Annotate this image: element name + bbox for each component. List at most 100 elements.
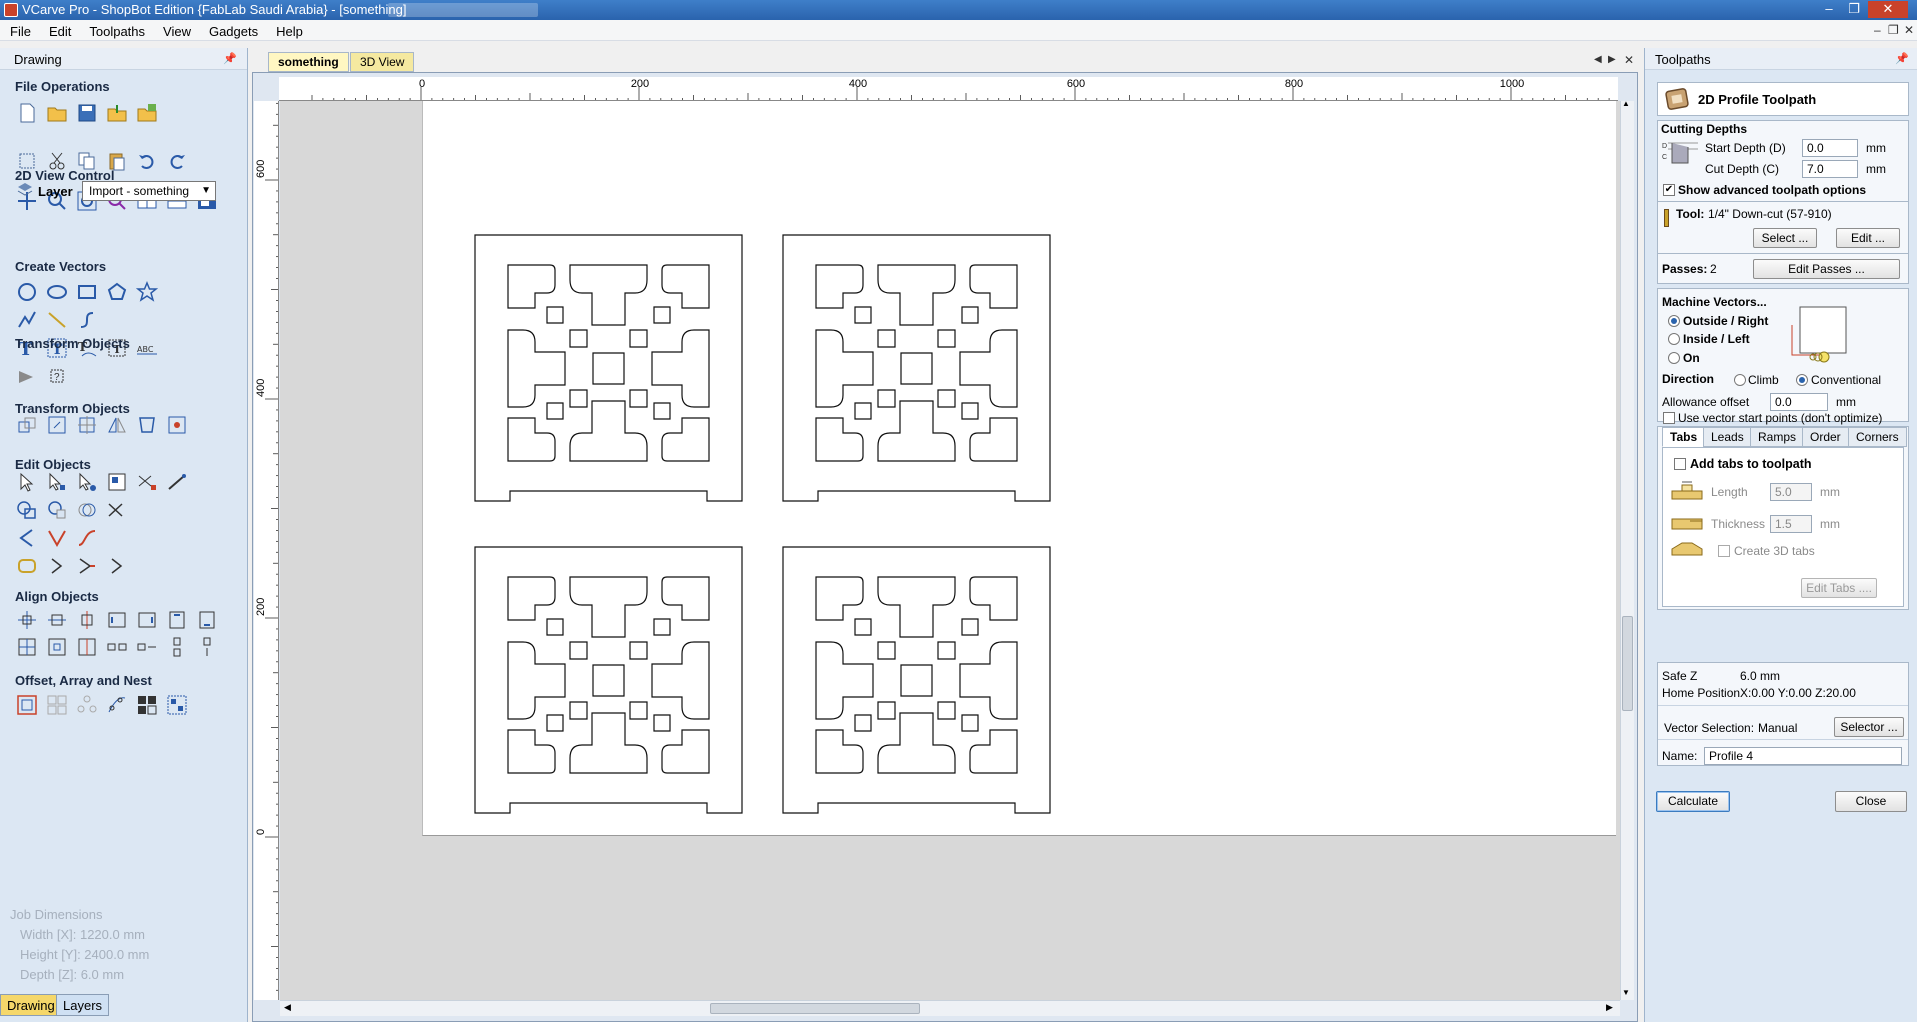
toolpath-name-input[interactable]: Profile 4 [1704, 747, 1902, 765]
center-vertical-material-icon[interactable] [76, 636, 98, 658]
tab-leads[interactable]: Leads [1703, 427, 1752, 447]
extend-vector-icon[interactable] [76, 555, 98, 577]
fillet-icon[interactable] [16, 527, 38, 549]
draw-polyline-icon[interactable] [16, 309, 38, 331]
space-horizontal-2-icon[interactable] [136, 636, 158, 658]
block-copy-icon[interactable] [46, 694, 68, 716]
align-bottom-icon[interactable] [196, 609, 218, 631]
node-edit-icon[interactable] [46, 471, 68, 493]
trim-icon[interactable] [106, 499, 128, 521]
mdi-restore-icon[interactable]: ❐ [1888, 23, 1899, 37]
copy-along-vector-icon[interactable] [106, 694, 128, 716]
trim-vector-icon[interactable] [106, 555, 128, 577]
menu-view[interactable]: View [153, 20, 199, 41]
align-top-icon[interactable] [166, 609, 188, 631]
close-panel-button[interactable]: Close [1835, 791, 1907, 812]
tab-3d-view[interactable]: 3D View [350, 52, 415, 72]
select-icon[interactable] [16, 471, 38, 493]
import-vectors-icon[interactable] [106, 102, 128, 124]
trace-bitmap-icon[interactable] [106, 471, 128, 493]
close-document-icon[interactable]: ✕ [1624, 53, 1634, 67]
climb-radio[interactable] [1734, 374, 1746, 386]
dimension-icon[interactable] [16, 365, 38, 387]
circular-copy-icon[interactable] [76, 694, 98, 716]
scroll-left-icon[interactable]: ◀ [284, 1002, 291, 1013]
center-in-material-icon[interactable] [16, 636, 38, 658]
vertical-scrollbar[interactable]: ▲ ▼ [1620, 99, 1634, 1000]
draw-star-icon[interactable] [135, 281, 159, 303]
scroll-right-icon[interactable]: ▶ [1606, 1002, 1613, 1013]
tab-drawing[interactable]: Drawing [0, 994, 62, 1016]
pin-icon[interactable]: 📌 [223, 52, 237, 65]
weld-icon[interactable] [16, 499, 38, 521]
align-right-icon[interactable] [136, 609, 158, 631]
import-bitmap-icon[interactable] [136, 102, 158, 124]
join-vectors-icon[interactable] [16, 555, 38, 577]
tab-corners[interactable]: Corners [1848, 427, 1907, 447]
vertical-scroll-thumb[interactable] [1622, 616, 1633, 711]
maximize-button[interactable]: ❐ [1843, 1, 1865, 18]
move-icon[interactable] [16, 414, 38, 436]
draw-rectangle-icon[interactable] [76, 281, 98, 303]
nest-advanced-icon[interactable] [166, 694, 188, 716]
nest-parts-icon[interactable] [136, 694, 158, 716]
intersect-icon[interactable] [76, 499, 98, 521]
drawing-canvas[interactable] [280, 101, 1620, 1000]
menu-help[interactable]: Help [266, 20, 311, 41]
lattice-panel[interactable] [474, 234, 743, 502]
select-tool-button[interactable]: Select ... [1753, 228, 1817, 248]
distort-icon[interactable] [136, 414, 158, 436]
horizontal-scroll-thumb[interactable] [710, 1003, 920, 1014]
offset-icon[interactable] [16, 694, 38, 716]
pin-icon[interactable]: 📌 [1895, 52, 1909, 65]
close-vectors-icon[interactable] [46, 555, 68, 577]
chamfer-icon[interactable] [46, 527, 68, 549]
inside-left-radio[interactable] [1668, 333, 1680, 345]
space-horizontal-icon[interactable] [106, 636, 128, 658]
tab-ramps[interactable]: Ramps [1750, 427, 1805, 447]
scissors-node-icon[interactable] [136, 471, 158, 493]
mirror-icon[interactable] [106, 414, 128, 436]
draw-circle-icon[interactable] [16, 281, 38, 303]
menu-gadgets[interactable]: Gadgets [199, 20, 266, 41]
menu-edit[interactable]: Edit [39, 20, 79, 41]
tab-length-input[interactable]: 5.0 [1770, 483, 1812, 501]
draw-ellipse-icon[interactable] [46, 281, 68, 303]
tab-layers[interactable]: Layers [56, 994, 110, 1016]
minimize-button[interactable]: – [1818, 1, 1840, 18]
edit-tool-button[interactable]: Edit ... [1836, 228, 1900, 248]
calculate-button[interactable]: Calculate [1656, 791, 1730, 812]
menu-toolpaths[interactable]: Toolpaths [79, 20, 153, 41]
align-center-icon[interactable] [76, 414, 98, 436]
lattice-panel[interactable] [474, 546, 743, 814]
selector-button[interactable]: Selector ... [1834, 717, 1904, 737]
interactive-select-icon[interactable] [76, 471, 98, 493]
tab-order[interactable]: Order [1802, 427, 1849, 447]
on-radio[interactable] [1668, 352, 1680, 364]
tab-something[interactable]: something [268, 52, 349, 72]
new-file-icon[interactable] [16, 102, 38, 124]
menu-file[interactable]: File [0, 20, 39, 41]
space-vertical-icon[interactable] [166, 636, 188, 658]
save-file-icon[interactable] [76, 102, 98, 124]
align-vertical-center-icon[interactable] [76, 609, 98, 631]
edit-passes-button[interactable]: Edit Passes ... [1753, 259, 1900, 279]
start-depth-input[interactable]: 0.0 [1802, 139, 1858, 157]
conventional-radio[interactable] [1796, 374, 1808, 386]
mdi-minimize-icon[interactable]: – [1874, 23, 1881, 37]
scroll-down-icon[interactable]: ▼ [1622, 988, 1630, 997]
edit-tabs-button[interactable]: Edit Tabs .... [1801, 578, 1877, 598]
lattice-panel[interactable] [782, 234, 1051, 502]
undo-icon[interactable] [136, 150, 158, 172]
lattice-panel[interactable] [782, 546, 1051, 814]
tab-thickness-input[interactable]: 1.5 [1770, 515, 1812, 533]
add-tabs-checkbox[interactable] [1674, 458, 1686, 470]
text-style-icon[interactable]: ABC [136, 337, 158, 359]
draw-polygon-icon[interactable] [106, 281, 128, 303]
horizontal-scrollbar[interactable]: ◀ ▶ [280, 1000, 1620, 1016]
tab-scroll-right-icon[interactable]: ▶ [1608, 54, 1616, 65]
align-center-both-icon[interactable] [16, 609, 38, 631]
align-horizontal-center-icon[interactable] [46, 609, 68, 631]
use-start-points-checkbox[interactable] [1663, 412, 1675, 424]
scroll-up-icon[interactable]: ▲ [1622, 99, 1630, 108]
